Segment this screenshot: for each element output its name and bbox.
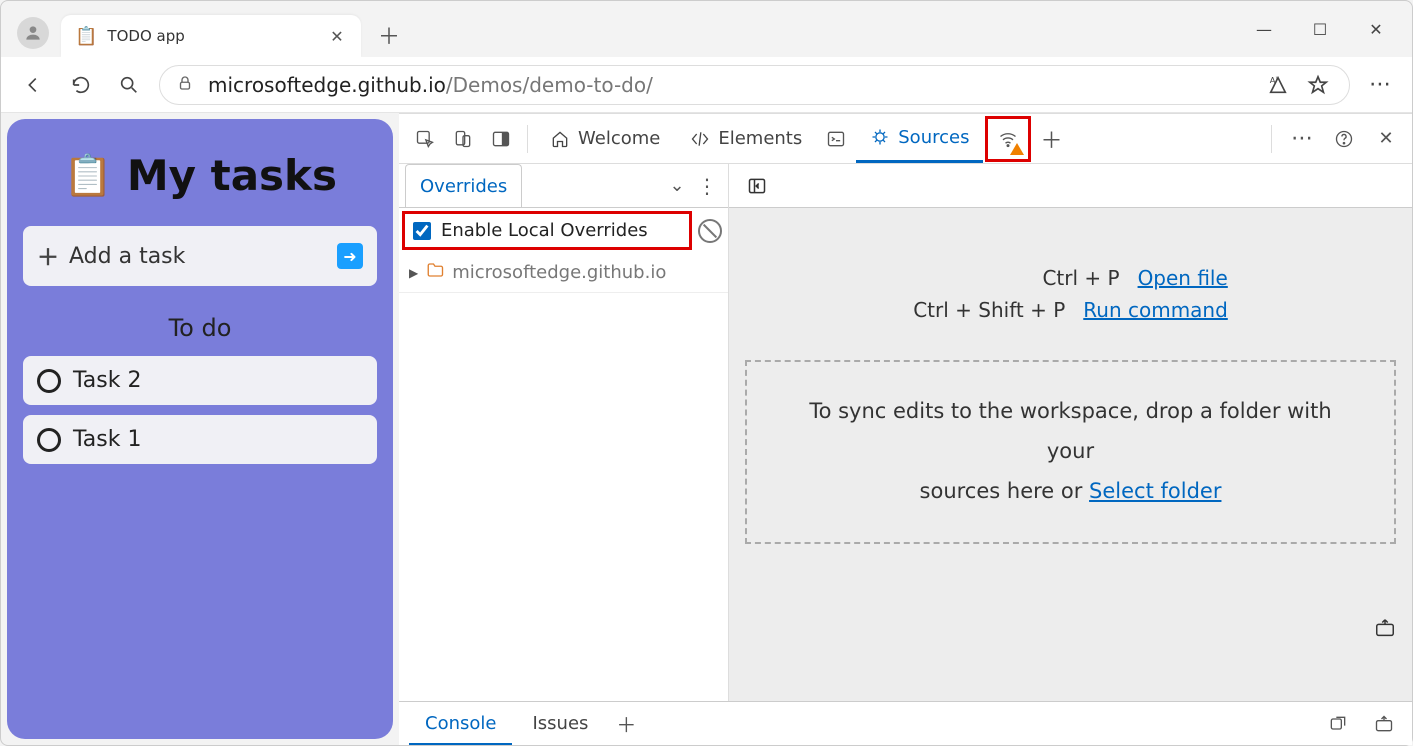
new-tab-button[interactable]: ＋ xyxy=(369,15,409,55)
tree-expand-icon[interactable]: ▶ xyxy=(409,266,418,280)
read-aloud-button[interactable]: A⁾ xyxy=(1263,70,1293,100)
page-content: 📋 My tasks ＋ Add a task ➜ To do Task 2 T… xyxy=(1,113,399,745)
drawer-tab-issues[interactable]: Issues xyxy=(516,702,604,745)
devtools-more-button[interactable]: ⋯ xyxy=(1284,121,1320,157)
app-header: 📋 My tasks xyxy=(23,151,377,200)
plus-icon: ＋ xyxy=(37,240,59,272)
enable-local-overrides-row[interactable]: Enable Local Overrides xyxy=(402,211,692,250)
tab-console-icon[interactable] xyxy=(818,121,854,157)
toggle-navigator-button[interactable] xyxy=(739,168,775,204)
tab-elements[interactable]: Elements xyxy=(676,114,816,163)
select-folder-link[interactable]: Select folder xyxy=(1089,479,1221,503)
navigator-more-tabs-button[interactable]: ⌄ xyxy=(662,175,692,196)
drawer-expand-button[interactable] xyxy=(1366,706,1402,742)
shortcut-run-command: Ctrl + Shift + P xyxy=(913,298,1065,322)
navigator-menu-button[interactable]: ⋮ xyxy=(692,174,722,198)
warning-triangle-icon xyxy=(1010,143,1024,155)
window-controls: — ☐ ✕ xyxy=(1236,11,1404,47)
search-button[interactable] xyxy=(111,67,147,103)
shortcut-open-file: Ctrl + P xyxy=(1042,266,1119,290)
network-conditions-highlight xyxy=(985,116,1031,162)
task-checkbox-icon[interactable] xyxy=(37,369,61,393)
drop-zone-text: To sync edits to the workspace, drop a f… xyxy=(809,399,1331,463)
whats-new-button[interactable] xyxy=(1372,617,1402,641)
profile-button[interactable] xyxy=(17,17,49,49)
browser-tab-strip: 📋 TODO app ✕ ＋ — ☐ ✕ xyxy=(1,1,1412,57)
back-button[interactable] xyxy=(15,67,51,103)
browser-tab-active[interactable]: 📋 TODO app ✕ xyxy=(61,15,361,57)
main-area: 📋 My tasks ＋ Add a task ➜ To do Task 2 T… xyxy=(1,113,1412,745)
tab-network-conditions[interactable] xyxy=(990,121,1026,157)
settings-and-more-button[interactable]: ⋯ xyxy=(1362,67,1398,103)
devtools-help-button[interactable] xyxy=(1326,121,1362,157)
tab-close-button[interactable]: ✕ xyxy=(327,26,347,46)
enable-local-overrides-checkbox[interactable] xyxy=(413,222,431,240)
add-task-placeholder: Add a task xyxy=(69,244,327,269)
task-label: Task 1 xyxy=(73,427,141,452)
drawer-tab-console[interactable]: Console xyxy=(409,702,512,745)
todo-app: 📋 My tasks ＋ Add a task ➜ To do Task 2 T… xyxy=(7,119,393,739)
browser-toolbar: microsoftedge.github.io/Demos/demo-to-do… xyxy=(1,57,1412,113)
navigator-tabs: Overrides ⌄ ⋮ xyxy=(399,164,728,208)
add-task-input[interactable]: ＋ Add a task ➜ xyxy=(23,226,377,286)
device-emulation-button[interactable] xyxy=(445,121,481,157)
drop-zone-text-2: sources here or xyxy=(920,479,1090,503)
clear-overrides-button[interactable] xyxy=(698,219,722,243)
folder-icon xyxy=(426,261,444,284)
app-title: My tasks xyxy=(127,151,337,200)
sources-body: Overrides ⌄ ⋮ Enable Local Overrides ▶ m… xyxy=(399,164,1412,701)
task-checkbox-icon[interactable] xyxy=(37,428,61,452)
window-maximize-button[interactable]: ☐ xyxy=(1292,11,1348,47)
window-minimize-button[interactable]: — xyxy=(1236,11,1292,47)
tab-favicon-icon: 📋 xyxy=(75,26,97,47)
tab-sources[interactable]: Sources xyxy=(856,114,983,163)
run-command-link[interactable]: Run command xyxy=(1083,298,1228,322)
tab-title: TODO app xyxy=(107,27,317,45)
tab-welcome[interactable]: Welcome xyxy=(536,114,674,163)
enable-local-overrides-label: Enable Local Overrides xyxy=(441,220,648,241)
open-file-link[interactable]: Open file xyxy=(1138,266,1228,290)
add-task-submit-button[interactable]: ➜ xyxy=(337,243,363,269)
drawer-button-1[interactable] xyxy=(1320,706,1356,742)
site-info-lock-icon[interactable] xyxy=(176,74,194,96)
devtools-tabbar: Welcome Elements Sources ＋ ⋯ ✕ xyxy=(399,114,1412,164)
overrides-tree-item[interactable]: ▶ microsoftedge.github.io xyxy=(399,253,728,293)
tree-item-label: microsoftedge.github.io xyxy=(452,262,666,283)
sources-editor-area: Ctrl + P Open file Ctrl + Shift + P Run … xyxy=(729,164,1412,701)
refresh-button[interactable] xyxy=(63,67,99,103)
window-close-button[interactable]: ✕ xyxy=(1348,11,1404,47)
section-heading: To do xyxy=(23,314,377,342)
task-item[interactable]: Task 2 xyxy=(23,356,377,405)
url-text: microsoftedge.github.io/Demos/demo-to-do… xyxy=(208,73,653,97)
devtools-close-button[interactable]: ✕ xyxy=(1368,121,1404,157)
navigator-tab-overrides[interactable]: Overrides xyxy=(405,164,522,207)
address-bar[interactable]: microsoftedge.github.io/Demos/demo-to-do… xyxy=(159,65,1350,105)
quick-open-hints: Ctrl + P Open file Ctrl + Shift + P Run … xyxy=(913,258,1228,330)
drawer-add-tab-button[interactable]: ＋ xyxy=(608,706,644,742)
task-label: Task 2 xyxy=(73,368,141,393)
devtools-panel: Welcome Elements Sources ＋ ⋯ ✕ Overr xyxy=(399,113,1412,745)
devtools-drawer: Console Issues ＋ xyxy=(399,701,1412,745)
dock-side-button[interactable] xyxy=(483,121,519,157)
inspect-element-button[interactable] xyxy=(407,121,443,157)
editor-toolbar xyxy=(729,164,1412,208)
task-item[interactable]: Task 1 xyxy=(23,415,377,464)
more-tabs-button[interactable]: ＋ xyxy=(1033,121,1069,157)
favorite-button[interactable] xyxy=(1303,70,1333,100)
workspace-drop-zone[interactable]: To sync edits to the workspace, drop a f… xyxy=(745,360,1396,544)
sources-sidebar: Overrides ⌄ ⋮ Enable Local Overrides ▶ m… xyxy=(399,164,729,701)
clipboard-icon: 📋 xyxy=(63,152,113,199)
svg-text:A⁾: A⁾ xyxy=(1270,75,1278,85)
